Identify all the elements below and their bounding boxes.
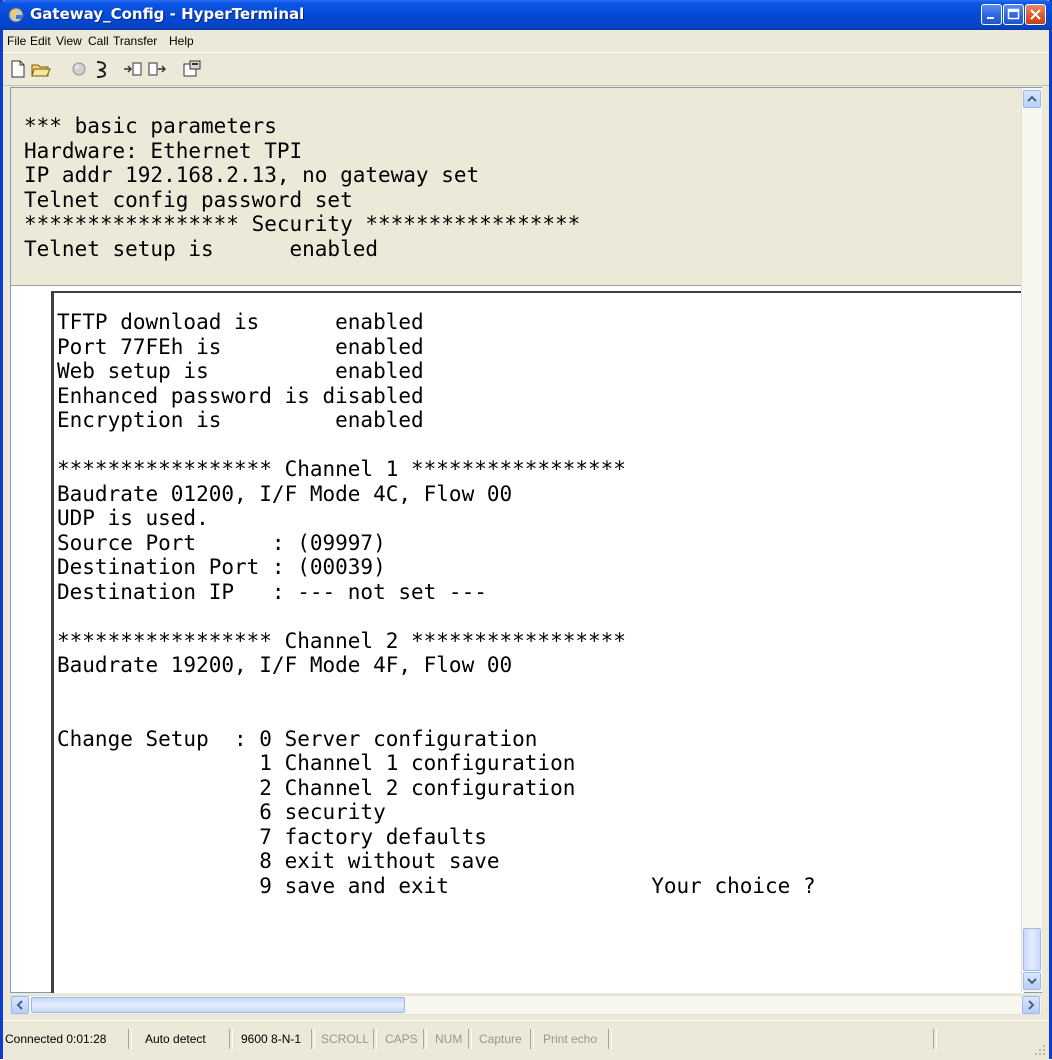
menu-help[interactable]: Help xyxy=(169,34,194,48)
status-divider xyxy=(373,1029,377,1049)
status-print-echo: Print echo xyxy=(543,1032,598,1046)
hyperterminal-app-icon xyxy=(8,7,24,23)
terminal-line: Baudrate 01200, I/F Mode 4C, Flow 00 xyxy=(57,481,513,506)
chevron-down-icon xyxy=(1027,978,1037,985)
receive-file-icon[interactable] xyxy=(146,59,168,79)
scrollback-divider xyxy=(11,285,1021,289)
terminal-line: 6 security xyxy=(57,800,386,824)
menu-call[interactable]: Call xyxy=(88,34,109,48)
close-icon xyxy=(1030,9,1041,20)
status-caps: CAPS xyxy=(385,1032,418,1046)
scrollback-text: *** basic parameters Hardware: Ethernet T… xyxy=(24,114,580,261)
scroll-up-button[interactable] xyxy=(1023,90,1041,108)
terminal-text: TFTP download is enabled Port 77FEh is en… xyxy=(57,310,816,898)
terminal-line: Enhanced password is disabled xyxy=(57,383,424,408)
terminal-line: ***************** Security *************… xyxy=(24,212,581,236)
scroll-left-button[interactable] xyxy=(11,996,29,1014)
terminal-line: Destination Port : (00039) xyxy=(57,555,386,579)
status-divider xyxy=(468,1029,472,1049)
resize-grip-icon[interactable] xyxy=(1033,1043,1047,1057)
vertical-scrollbar[interactable] xyxy=(1021,88,1042,992)
status-divider xyxy=(423,1029,427,1049)
terminal-line: UDP is used. xyxy=(57,506,209,530)
terminal-scrollback: *** basic parameters Hardware: Ethernet T… xyxy=(11,88,1021,285)
horizontal-scrollbar[interactable] xyxy=(10,995,1042,1015)
status-divider xyxy=(608,1029,612,1049)
terminal-line: 2 Channel 2 configuration xyxy=(57,775,576,800)
hyperterminal-window: Gateway_Config - HyperTerminal File Edit… xyxy=(0,0,1052,1060)
terminal-line: 8 exit without save xyxy=(57,849,500,873)
status-bar: Connected 0:01:28 Auto detect 9600 8-N-1… xyxy=(3,1020,1049,1060)
terminal-line: TFTP download is enabled xyxy=(57,310,424,334)
terminal-line: 9 save and exit Your choice ? xyxy=(57,873,816,898)
status-port-settings: 9600 8-N-1 xyxy=(241,1032,302,1046)
menu-edit[interactable]: Edit xyxy=(30,34,51,48)
open-icon[interactable] xyxy=(30,59,52,79)
menu-bar: File Edit View Call Transfer Help xyxy=(3,30,1049,52)
terminal-screen[interactable]: TFTP download is enabled Port 77FEh is en… xyxy=(51,291,1024,993)
status-detect: Auto detect xyxy=(145,1032,206,1046)
disconnect-icon[interactable] xyxy=(68,59,90,79)
terminal-line: Encryption is enabled xyxy=(57,408,424,432)
status-capture: Capture xyxy=(479,1032,522,1046)
terminal-line: ***************** Channel 2 ************… xyxy=(57,628,626,653)
scroll-right-button[interactable] xyxy=(1022,996,1040,1014)
status-divider xyxy=(229,1029,233,1049)
menu-file[interactable]: File xyxy=(7,34,26,48)
menu-transfer[interactable]: Transfer xyxy=(113,34,157,48)
maximize-button[interactable] xyxy=(1003,4,1024,25)
terminal-line: Destination IP : --- not set --- xyxy=(57,579,487,604)
terminal-line: Port 77FEh is enabled xyxy=(57,334,424,359)
terminal-line: 1 Channel 1 configuration xyxy=(57,751,576,775)
status-connected: Connected 0:01:28 xyxy=(5,1032,107,1046)
chevron-right-icon xyxy=(1028,1000,1035,1010)
vertical-scroll-thumb[interactable] xyxy=(1023,928,1041,971)
status-num: NUM xyxy=(435,1032,463,1046)
horizontal-scroll-thumb[interactable] xyxy=(31,997,405,1013)
window-title: Gateway_Config - HyperTerminal xyxy=(30,5,305,23)
maximize-icon xyxy=(1007,8,1020,20)
title-bar[interactable]: Gateway_Config - HyperTerminal xyxy=(0,0,1052,30)
terminal-line: Hardware: Ethernet TPI xyxy=(24,138,303,163)
terminal-line: 7 factory defaults xyxy=(57,824,487,849)
minimize-button[interactable] xyxy=(981,4,1002,25)
terminal-line: Source Port : (09997) xyxy=(57,530,386,555)
menu-view[interactable]: View xyxy=(56,34,82,48)
chevron-left-icon xyxy=(16,1000,23,1010)
close-button[interactable] xyxy=(1025,4,1046,25)
terminal-area[interactable]: *** basic parameters Hardware: Ethernet T… xyxy=(10,87,1042,993)
properties-icon[interactable] xyxy=(181,59,203,79)
new-connection-icon[interactable] xyxy=(7,59,29,79)
status-divider xyxy=(933,1029,937,1049)
scroll-down-button[interactable] xyxy=(1023,972,1041,990)
terminal-line: ***************** Channel 1 ************… xyxy=(57,457,626,481)
status-divider xyxy=(311,1029,315,1049)
status-divider xyxy=(530,1029,534,1049)
dial-icon[interactable] xyxy=(91,59,113,79)
terminal-line: Web setup is enabled xyxy=(57,359,424,383)
terminal-line: Telnet config password set xyxy=(24,187,353,212)
terminal-line: *** basic parameters xyxy=(24,114,277,138)
terminal-line: IP addr 192.168.2.13, no gateway set xyxy=(24,163,480,187)
status-divider xyxy=(128,1029,132,1049)
chevron-up-icon xyxy=(1027,95,1037,102)
send-file-icon[interactable] xyxy=(122,59,144,79)
terminal-line: Telnet setup is enabled xyxy=(24,236,379,261)
minimize-icon xyxy=(987,17,994,19)
status-scroll: SCROLL xyxy=(321,1032,370,1046)
toolbar xyxy=(3,52,1049,86)
terminal-line: Baudrate 19200, I/F Mode 4F, Flow 00 xyxy=(57,653,513,677)
terminal-line: Change Setup : 0 Server configuration xyxy=(57,726,538,751)
